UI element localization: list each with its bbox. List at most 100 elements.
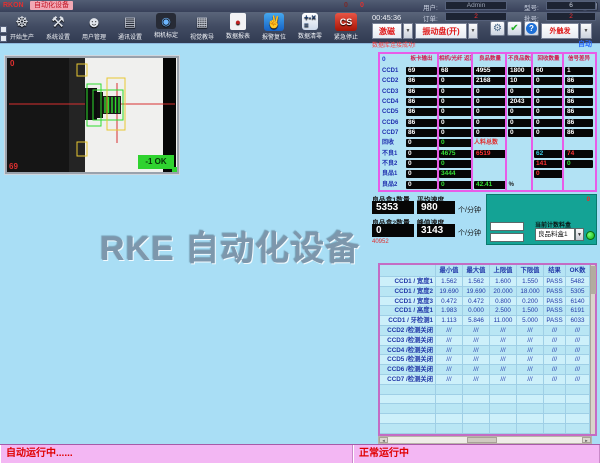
table-cell — [463, 395, 490, 405]
panel-value-box: 0 — [439, 160, 472, 168]
table-cell: /// — [566, 355, 590, 365]
toolbar-button-camera-calibration[interactable]: ◉相机标定 — [148, 12, 184, 44]
magnet-dropdown[interactable]: 激磁 — [372, 23, 402, 39]
panel-cell: 0 — [565, 159, 593, 169]
box2-count-value: 0 — [372, 224, 414, 237]
table-row-label: CCD1 / 宽度1 — [380, 277, 436, 287]
panel-cell: 0 — [406, 159, 437, 169]
table-horizontal-scrollbar[interactable]: ◄ ► — [378, 436, 592, 444]
scroll-left-arrow-icon[interactable]: ◄ — [379, 437, 388, 443]
table-cell: /// — [544, 375, 566, 385]
toolbar-button-comm-settings[interactable]: ▤通讯设置 — [112, 12, 148, 44]
order-field[interactable]: 2 — [445, 12, 507, 21]
taskbar-mini-icons[interactable] — [0, 26, 7, 44]
panel-value-box: 69 — [406, 67, 437, 75]
panel-cell: 4955 — [474, 66, 506, 76]
vision-teaching-icon: ▦ — [191, 13, 213, 31]
panel-cell: 0 — [534, 97, 563, 107]
table-row-label: CCD1 / 高度1 — [380, 306, 436, 316]
toolbar-button-emergency-stop[interactable]: CS紧急停止 — [328, 12, 364, 44]
hopper-dropdown-arrow-icon[interactable]: ▼ — [575, 228, 584, 241]
panel-value-box: 86 — [565, 77, 593, 85]
stats-grid: 0板卡输出相机/光纤 返回良品数量不良品数量回收数量信号差异CCD1696849… — [380, 54, 595, 190]
panel-cell: 0 — [508, 87, 532, 97]
batch-field[interactable]: 2 — [546, 12, 596, 21]
panel-value-box: 0 — [474, 129, 506, 137]
panel-value-box: 0 — [508, 129, 532, 137]
system-settings-icon: ⚒ — [47, 13, 69, 31]
table-cell — [436, 395, 463, 405]
table-row-label — [380, 404, 436, 414]
toolbar-button-label: 相机标定 — [154, 30, 178, 39]
panel-cell: 4675 — [439, 149, 472, 159]
hopper-input-2[interactable] — [490, 233, 524, 242]
table-cell — [463, 385, 490, 395]
panel-cell — [565, 138, 593, 148]
panel-value-box: 141 — [534, 160, 563, 168]
table-row-label — [380, 395, 436, 405]
panel-cell: 0 — [406, 169, 437, 179]
toolbar: ☸开始生产⚒系统设置☻用户管理▤通讯设置◉相机标定▦视觉教导●数据报表✌报警复位… — [0, 12, 600, 44]
toolbar-button-user-management[interactable]: ☻用户管理 — [76, 12, 112, 44]
trigger-dropdown-arrow-icon[interactable]: ▼ — [580, 23, 592, 39]
hopper-status-led — [586, 231, 595, 240]
table-cell: /// — [517, 336, 544, 346]
table-cell — [544, 414, 566, 424]
scroll-right-arrow-icon[interactable]: ► — [582, 437, 591, 443]
confirm-button[interactable]: ✔ — [507, 21, 522, 36]
panel-value-box: 0 — [534, 108, 563, 116]
statusbar: 自动运行中...... 正常运行中 — [0, 444, 600, 463]
toolbar-button-data-report[interactable]: ●数据报表 — [220, 12, 256, 44]
table-cell: /// — [436, 346, 463, 356]
panel-cell: 86 — [565, 97, 593, 107]
panel-value-box: 86 — [406, 77, 437, 85]
table-row-label — [380, 414, 436, 424]
model-field[interactable]: 6 — [546, 1, 596, 10]
hopper-corner-count: 0 — [587, 197, 590, 203]
panel-value-box: 0 — [406, 160, 437, 168]
panel-cell: 0 — [406, 180, 437, 190]
table-cell — [490, 404, 517, 414]
magnet-dropdown-arrow-icon[interactable]: ▼ — [403, 23, 413, 39]
info-button[interactable]: ? — [524, 21, 539, 36]
panel-cell: 86 — [565, 107, 593, 117]
toolbar-button-alarm-reset[interactable]: ✌报警复位 — [256, 12, 292, 44]
user-field[interactable]: Admin — [445, 1, 507, 10]
toolbar-button-vision-teaching[interactable]: ▦视觉教导 — [184, 12, 220, 44]
hopper-select[interactable]: 良品料盒1 — [535, 228, 575, 241]
vibrator-dropdown-arrow-icon[interactable]: ▼ — [468, 23, 478, 39]
measurement-results-panel: 最小值最大值上限值下限值结果OK数CCD1 / 宽度11.5621.5621.6… — [378, 263, 597, 436]
panel-row-label: 不良2 — [380, 159, 404, 169]
table-cell: /// — [490, 346, 517, 356]
panel-cell — [508, 138, 532, 148]
table-cell — [463, 414, 490, 424]
panel-cell: 0 — [508, 128, 532, 138]
panel-value-box: 2168 — [474, 77, 506, 85]
toolbar-button-label: 报警复位 — [262, 32, 286, 41]
user-management-icon: ☻ — [83, 13, 105, 31]
toolbar-button-data-clear[interactable]: +-×=数据清零 — [292, 12, 328, 44]
toolbar-button-system-settings[interactable]: ⚒系统设置 — [40, 12, 76, 44]
vibrator-dropdown[interactable]: 振动盘(开) — [415, 23, 467, 39]
hscroll-thumb[interactable] — [467, 437, 497, 443]
panel-cell: 1 — [565, 66, 593, 76]
hopper-input-1[interactable] — [490, 222, 524, 231]
panel-row-label: CCD2 — [380, 76, 404, 86]
camera-view-panel[interactable]: 0 69 -1 OK — [5, 56, 179, 174]
auto-mode-label: 自动 — [578, 39, 592, 49]
settings-gear-button[interactable]: ⚙ — [490, 21, 505, 36]
table-row-label — [380, 385, 436, 395]
panel-cell — [508, 149, 532, 159]
table-cell: /// — [436, 365, 463, 375]
panel-value-box: 86 — [406, 98, 437, 106]
panel-value-box: 0 — [406, 150, 437, 158]
table-cell: 2.500 — [490, 306, 517, 316]
toolbar-button-label: 通讯设置 — [118, 32, 142, 41]
trigger-mode-dropdown[interactable]: 外触发 — [541, 23, 579, 39]
table-vertical-scrollbar[interactable] — [590, 265, 595, 434]
toolbar-button-start-production[interactable]: ☸开始生产 — [4, 12, 40, 44]
titlebar: RKON 自动化设备 0 0 — ✕ — [0, 0, 600, 12]
panel-cell: 0 — [439, 138, 472, 148]
panel-column-separator — [531, 54, 533, 190]
vscroll-thumb[interactable] — [591, 266, 596, 294]
